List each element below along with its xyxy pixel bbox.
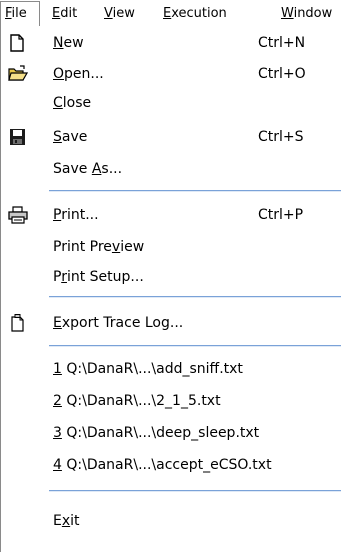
recent-file-3[interactable]: 3 Q:\DanaR\...\deep_sleep.txt: [0, 418, 341, 448]
recent-file-4[interactable]: 4 Q:\DanaR\...\accept_eCSO.txt: [0, 450, 341, 480]
menu-separator: [49, 296, 341, 298]
menu-item-print[interactable]: Print... Ctrl+P: [0, 200, 341, 230]
shortcut-label: Ctrl+N: [258, 35, 306, 51]
new-document-icon: [8, 34, 28, 52]
open-folder-icon: [8, 65, 29, 83]
menu-separator: [49, 490, 341, 492]
menu-file[interactable]: File: [0, 1, 40, 26]
menu-item-label: New: [53, 35, 84, 51]
menu-view[interactable]: View: [100, 5, 139, 23]
menu-item-save[interactable]: Save Ctrl+S: [0, 122, 341, 152]
printer-icon: [8, 206, 28, 224]
shortcut-label: Ctrl+S: [258, 129, 304, 145]
menu-item-label: Print...: [53, 207, 99, 223]
menu-item-label: Open...: [53, 66, 104, 82]
menu-item-label: Close: [53, 95, 92, 111]
menu-item-label: 4 Q:\DanaR\...\accept_eCSO.txt: [53, 457, 272, 473]
menu-item-label: 1 Q:\DanaR\...\add_sniff.txt: [53, 361, 243, 377]
menu-item-save-as[interactable]: Save As...: [0, 154, 341, 184]
shortcut-label: Ctrl+P: [258, 207, 304, 223]
menu-item-new[interactable]: New Ctrl+N: [0, 28, 341, 58]
export-document-icon: [8, 314, 28, 332]
menu-separator: [49, 345, 341, 347]
menu-item-label: Export Trace Log...: [53, 315, 184, 331]
menu-item-label: Print Setup...: [53, 269, 144, 285]
menu-execution[interactable]: Execution: [159, 5, 231, 23]
menu-window-label: Window: [281, 6, 333, 21]
menu-execution-label: Execution: [163, 6, 227, 21]
menu-edit-label: Edit: [52, 6, 78, 21]
menu-view-label: View: [104, 6, 135, 21]
menu-item-close[interactable]: Close: [0, 88, 341, 118]
menu-edit[interactable]: Edit: [48, 5, 81, 23]
menu-item-open[interactable]: Open... Ctrl+O: [0, 59, 341, 89]
menu-item-label: Save: [53, 129, 88, 145]
menu-item-export-trace-log[interactable]: Export Trace Log...: [0, 308, 341, 338]
menu-item-label: 2 Q:\DanaR\...\2_1_5.txt: [53, 393, 221, 409]
menu-item-label: 3 Q:\DanaR\...\deep_sleep.txt: [53, 425, 260, 441]
menu-item-exit[interactable]: Exit: [0, 506, 341, 536]
menu-file-label: File: [5, 6, 27, 21]
menu-item-label: Save As...: [53, 161, 123, 177]
menu-bar: File Edit View Execution Window: [0, 0, 342, 27]
save-disk-icon: [8, 128, 28, 146]
file-menu-dropdown: New Ctrl+N Open... Ctrl+O Close Save Ctr…: [0, 26, 341, 552]
menu-item-print-preview[interactable]: Print Preview: [0, 232, 341, 262]
shortcut-label: Ctrl+O: [258, 66, 306, 82]
menu-separator: [49, 190, 341, 192]
menu-item-label: Exit: [53, 513, 80, 529]
menu-item-print-setup[interactable]: Print Setup...: [0, 262, 341, 292]
recent-file-1[interactable]: 1 Q:\DanaR\...\add_sniff.txt: [0, 354, 341, 384]
menu-item-label: Print Preview: [53, 239, 145, 255]
menu-window[interactable]: Window: [277, 5, 336, 23]
recent-file-2[interactable]: 2 Q:\DanaR\...\2_1_5.txt: [0, 386, 341, 416]
